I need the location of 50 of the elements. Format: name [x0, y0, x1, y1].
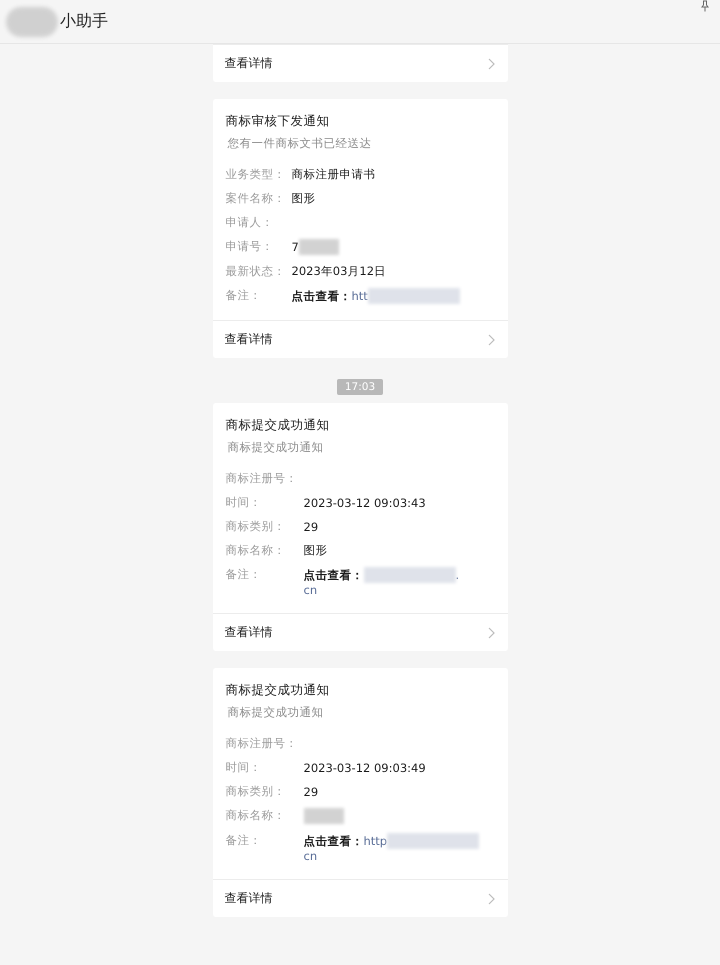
field-value: 2023年03月12日 [292, 264, 386, 279]
chevron-icon [488, 58, 496, 70]
field-label: 备注： [226, 288, 262, 304]
field-value: 点击查看： [304, 834, 364, 848]
field-value: 商标注册申请书 [292, 167, 376, 182]
field-value: 点击查看： [304, 568, 364, 582]
field-label: 申请号： [226, 239, 274, 255]
pin-icon[interactable] [700, 0, 710, 12]
chevron-icon [488, 626, 496, 638]
field-label: 商标类别： [226, 784, 286, 799]
card-title: 商标提交成功通知 [226, 682, 330, 699]
timestamp: 17:03 [336, 379, 384, 395]
link[interactable]: http [364, 834, 388, 848]
field-label: 时间： [226, 495, 262, 510]
field-value: 图形 [292, 191, 316, 206]
field-value: 29 [304, 520, 318, 534]
field-value: 7 [292, 240, 299, 254]
card-title: 商标提交成功通知 [226, 417, 330, 434]
card-subtitle: 您有一件商标文书已经送达 [228, 136, 372, 151]
details-row[interactable]: 查看详情 [212, 44, 508, 82]
field-label: 商标注册号： [226, 736, 298, 751]
chevron-icon [488, 334, 496, 346]
field-label: 案件名称： [226, 191, 286, 206]
field-label: 商标名称： [226, 808, 286, 824]
details-row[interactable]: 查看详情 [212, 879, 508, 917]
chat-title: 小助手 [60, 11, 108, 32]
field-label: 商标名称： [226, 543, 286, 558]
details-row[interactable]: 查看详情 [212, 320, 508, 358]
field-label: 商标注册号： [226, 471, 298, 486]
field-label: 业务类型： [226, 167, 286, 182]
field-value: 2023-03-12 09:03:49 [304, 760, 426, 774]
field-label: 备注： [226, 833, 262, 849]
link[interactable]: cn [304, 583, 318, 597]
link[interactable]: htt [352, 289, 368, 303]
field-label: 备注： [226, 567, 262, 583]
field-value: 点击查看： [292, 288, 352, 304]
field-label: 时间： [226, 760, 262, 775]
field-value: 2023-03-12 09:03:43 [304, 496, 426, 510]
card-subtitle: 商标提交成功通知 [228, 440, 324, 455]
card-title: 商标审核下发通知 [226, 113, 330, 130]
field-value: 图形 [304, 543, 328, 558]
link[interactable]: . [456, 568, 460, 582]
field-label: 申请人： [226, 215, 274, 230]
field-value: 29 [304, 784, 318, 798]
link[interactable]: cn [304, 849, 318, 863]
card-subtitle: 商标提交成功通知 [228, 705, 324, 720]
field-label: 商标类别： [226, 519, 286, 534]
chevron-icon [488, 892, 496, 904]
field-label: 最新状态： [226, 264, 286, 279]
details-row[interactable]: 查看详情 [212, 613, 508, 651]
